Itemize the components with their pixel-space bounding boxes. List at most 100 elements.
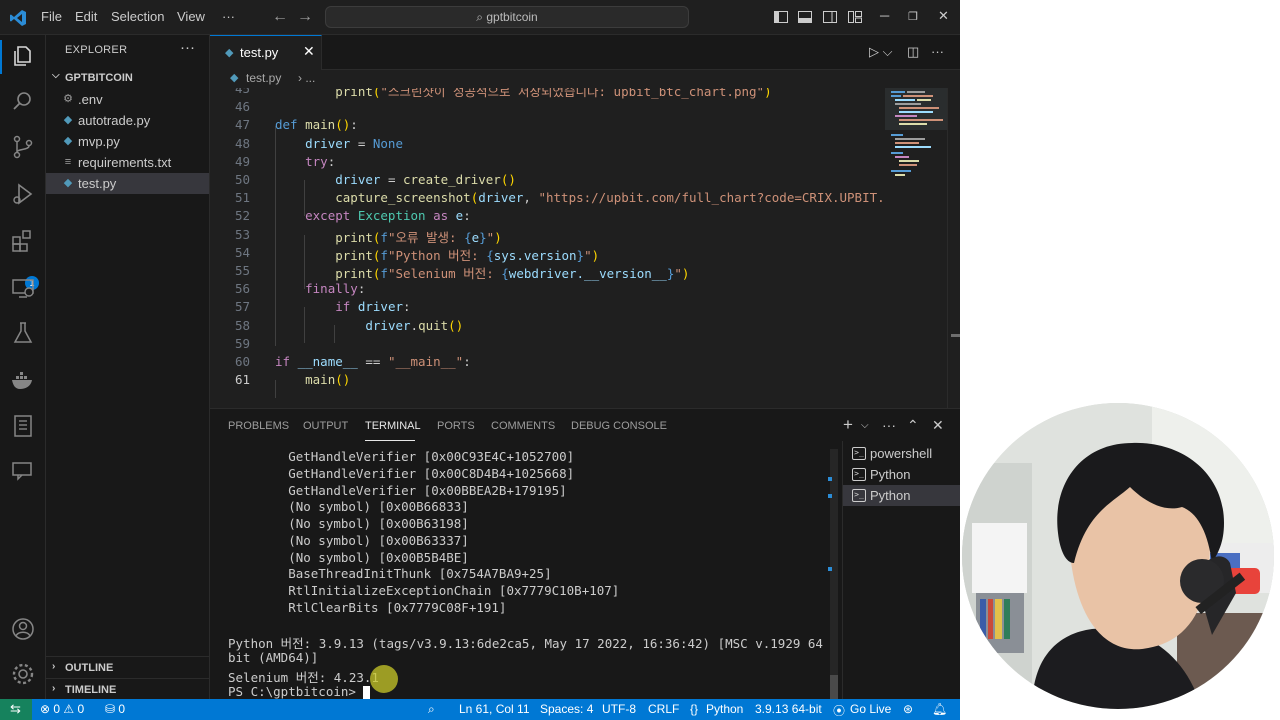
code-line[interactable]: 53 print(f"오류 발생: {e}") bbox=[210, 227, 885, 245]
tab-output[interactable]: OUTPUT bbox=[303, 420, 348, 432]
breadcrumb-symbol[interactable]: › ... bbox=[298, 71, 315, 85]
active-indicator bbox=[0, 40, 2, 74]
workspace-folder[interactable]: ⌵ GPTBITCOIN bbox=[46, 68, 209, 88]
code-line[interactable]: 48 driver = None bbox=[210, 136, 885, 154]
code-line[interactable]: 54 print(f"Python 버전: {sys.version}") bbox=[210, 245, 885, 263]
tab-ports[interactable]: PORTS bbox=[437, 420, 475, 432]
terminal-output[interactable]: GetHandleVerifier [0x00C93E4C+1052700] G… bbox=[228, 449, 828, 700]
remote-explorer-icon[interactable] bbox=[10, 275, 36, 301]
customize-layout-icon[interactable] bbox=[847, 9, 863, 25]
indentation[interactable]: Spaces: 4 bbox=[540, 702, 593, 716]
python-interpreter[interactable]: 3.9.13 64-bit bbox=[755, 702, 822, 716]
code-line[interactable]: 56 finally: bbox=[210, 281, 885, 299]
timeline-section[interactable]: › TIMELINE bbox=[46, 678, 209, 700]
menu-selection[interactable]: Selection bbox=[111, 9, 164, 24]
editor-more-actions-icon[interactable]: ··· bbox=[931, 44, 944, 59]
notifications-bell-icon[interactable]: 🔔︎ bbox=[932, 702, 947, 716]
terminal-line: PS C:\gptbitcoin> bbox=[228, 684, 371, 701]
toggle-primary-sidebar-icon[interactable] bbox=[773, 9, 789, 25]
minimap[interactable] bbox=[885, 88, 947, 410]
restore-icon[interactable]: ❐ bbox=[908, 10, 918, 23]
code-line[interactable]: 60 if __name__ == "__main__": bbox=[210, 354, 885, 372]
docker-icon[interactable] bbox=[10, 367, 36, 393]
menu-more[interactable]: ··· bbox=[222, 9, 235, 24]
tab-comments[interactable]: COMMENTS bbox=[491, 420, 555, 432]
command-center-search[interactable]: ⌕ gptbitcoin bbox=[325, 6, 689, 28]
file-requirements[interactable]: ≡ requirements.txt bbox=[46, 152, 209, 173]
more-actions-icon[interactable]: ··· bbox=[882, 417, 896, 433]
zoom-icon[interactable]: ⌕ bbox=[428, 702, 435, 717]
menu-view[interactable]: View bbox=[177, 9, 205, 24]
code-line[interactable]: 49 try: bbox=[210, 154, 885, 172]
terminal-instance-python-active[interactable]: >_ Python bbox=[843, 485, 960, 506]
forward-arrow-icon[interactable]: → bbox=[297, 8, 313, 26]
split-editor-icon[interactable]: ◫ bbox=[907, 44, 919, 60]
file-test[interactable]: ◆ test.py bbox=[46, 173, 209, 194]
code-line[interactable]: 52 except Exception as e: bbox=[210, 208, 885, 226]
terminal-instance-python[interactable]: >_ Python bbox=[843, 464, 960, 485]
explorer-icon[interactable] bbox=[10, 43, 36, 69]
breadcrumb-file[interactable]: test.py bbox=[246, 71, 281, 85]
new-terminal-plus-icon[interactable]: + bbox=[843, 415, 853, 435]
accounts-icon[interactable] bbox=[10, 616, 36, 642]
code-line[interactable]: 55 print(f"Selenium 버전: {webdriver.__ver… bbox=[210, 263, 885, 281]
code-editor[interactable]: 45 print("스크린샷이 성공적으로 저장되었습니다: upbit_btc… bbox=[210, 88, 960, 410]
scroll-thumb[interactable] bbox=[830, 675, 838, 699]
tab-test-py[interactable]: ◆ test.py ✕ bbox=[210, 35, 322, 70]
close-tab-icon[interactable]: ✕ bbox=[303, 43, 315, 60]
ports-count[interactable]: ⛁ 0 bbox=[105, 702, 125, 716]
notebook-icon[interactable] bbox=[10, 413, 36, 439]
tab-debug-console[interactable]: DEBUG CONSOLE bbox=[571, 420, 667, 432]
minimize-icon[interactable]: ─ bbox=[880, 8, 889, 23]
chevron-down-icon[interactable]: ⌵ bbox=[861, 420, 869, 431]
testing-icon[interactable] bbox=[10, 320, 36, 346]
close-window-icon[interactable]: ✕ bbox=[938, 8, 949, 24]
menu-file[interactable]: File bbox=[41, 9, 62, 24]
tab-terminal[interactable]: TERMINAL bbox=[365, 420, 421, 432]
file-env[interactable]: ⚙ .env bbox=[46, 89, 209, 110]
copilot-icon[interactable]: ⊛ bbox=[903, 702, 913, 716]
terminal-instance-powershell[interactable]: >_ powershell bbox=[843, 443, 960, 464]
remote-indicator[interactable]: ⇆ bbox=[0, 699, 32, 720]
close-panel-icon[interactable]: ✕ bbox=[932, 417, 944, 434]
file-autotrade[interactable]: ◆ autotrade.py bbox=[46, 110, 209, 131]
scroll-thumb[interactable] bbox=[951, 334, 960, 337]
problems-count[interactable]: ⊗ 0 ⚠ 0 bbox=[40, 702, 84, 716]
terminal-line: (No symbol) [0x00B5B4BE] bbox=[228, 549, 469, 565]
code-line[interactable]: 58 driver.quit() bbox=[210, 318, 885, 336]
editor-scrollbar[interactable] bbox=[947, 88, 960, 410]
language-mode[interactable]: Python bbox=[706, 702, 743, 716]
cursor-position[interactable]: Ln 61, Col 11 bbox=[459, 702, 530, 716]
comments-icon[interactable] bbox=[10, 458, 36, 484]
code-line[interactable]: 47 def main(): bbox=[210, 117, 885, 135]
terminal-scrollbar[interactable] bbox=[828, 449, 838, 700]
back-arrow-icon[interactable]: ← bbox=[272, 8, 288, 26]
code-line[interactable]: 61 main() bbox=[210, 372, 885, 390]
terminal-line: BaseThreadInitThunk [0x754A7BA9+25] bbox=[228, 566, 552, 582]
menu-edit[interactable]: Edit bbox=[75, 9, 97, 24]
code-line[interactable]: 45 print("스크린샷이 성공적으로 저장되었습니다: upbit_btc… bbox=[210, 88, 885, 99]
code-line[interactable]: 51 capture_screenshot(driver, "https://u… bbox=[210, 190, 952, 208]
more-actions-icon[interactable]: ··· bbox=[180, 39, 195, 56]
encoding[interactable]: UTF-8 bbox=[602, 702, 636, 716]
code-line[interactable]: 46 bbox=[210, 99, 885, 117]
code-line[interactable]: 59 bbox=[210, 336, 885, 354]
search-icon[interactable] bbox=[10, 88, 36, 114]
go-live-button[interactable]: Go Live bbox=[850, 702, 891, 716]
code-line[interactable]: 57 if driver: bbox=[210, 299, 885, 317]
code-line[interactable]: 50 driver = create_driver() bbox=[210, 172, 885, 190]
maximize-panel-icon[interactable]: ⌃ bbox=[907, 417, 919, 434]
run-python-file-icon[interactable]: ▷ ⌵ bbox=[869, 44, 892, 60]
run-debug-icon[interactable] bbox=[10, 181, 36, 207]
source-control-icon[interactable] bbox=[10, 134, 36, 160]
toggle-secondary-sidebar-icon[interactable] bbox=[822, 9, 838, 25]
file-mvp[interactable]: ◆ mvp.py bbox=[46, 131, 209, 152]
outline-section[interactable]: › OUTLINE bbox=[46, 656, 209, 678]
search-label: gptbitcoin bbox=[486, 10, 538, 24]
toggle-panel-icon[interactable] bbox=[797, 9, 813, 25]
python-icon: ◆ bbox=[225, 47, 234, 59]
settings-gear-icon[interactable] bbox=[10, 661, 36, 687]
tab-problems[interactable]: PROBLEMS bbox=[228, 420, 289, 432]
line-ending[interactable]: CRLF bbox=[648, 702, 679, 716]
extensions-icon[interactable] bbox=[10, 228, 36, 254]
